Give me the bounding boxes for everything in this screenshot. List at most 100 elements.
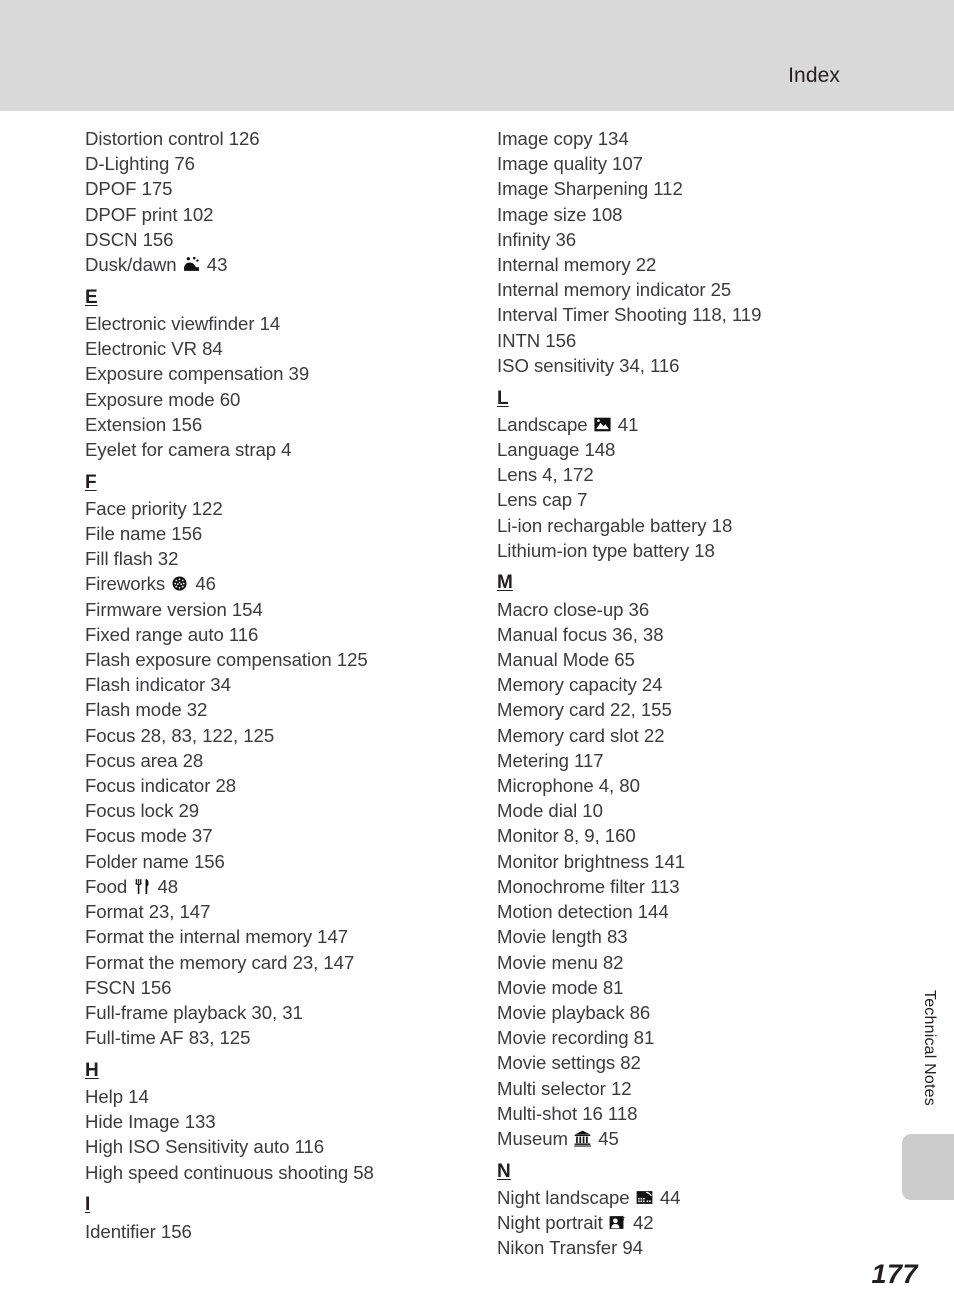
index-entry: DPOF 175 <box>85 178 173 200</box>
index-entry: Movie settings 82 <box>497 1052 641 1074</box>
index-entry-label: Dusk/dawn <box>85 254 177 276</box>
index-entry: Multi-shot 16 118 <box>497 1102 638 1124</box>
museum-icon <box>574 1130 591 1147</box>
index-entry: Help 14 <box>85 1086 149 1108</box>
index-entry: Night portrait 42 <box>497 1210 887 1235</box>
index-entry: Exposure mode 60 <box>85 388 241 410</box>
index-entry: Interval Timer Shooting 118, 119 <box>497 304 762 326</box>
index-entry: Infinity 36 <box>497 228 577 250</box>
index-entry: Fill flash 32 <box>85 548 179 570</box>
fireworks-icon <box>171 575 188 592</box>
index-entry: Fireworks 46 <box>85 571 475 596</box>
index-section-letter: F <box>85 471 97 493</box>
index-entry: Format the internal memory 147 <box>85 926 349 948</box>
index-entry-label: Night portrait <box>497 1212 603 1234</box>
index-entry: Eyelet for camera strap 4 <box>85 438 292 460</box>
index-entry: Format the memory card 23, 147 <box>85 951 355 973</box>
index-section-letter: H <box>85 1059 99 1081</box>
index-entry: Flash mode 32 <box>85 699 208 721</box>
page-title: Index <box>788 64 840 87</box>
index-entry: Focus lock 29 <box>85 800 200 822</box>
index-section-letter: N <box>497 1160 511 1182</box>
index-entry: Lens 4, 172 <box>497 464 594 486</box>
index-entry: Distortion control 126 <box>85 128 260 149</box>
index-entry: Firmware version 154 <box>85 598 263 620</box>
index-entry-label: Food <box>85 875 128 897</box>
index-entry: Face priority 122 <box>85 497 223 519</box>
index-entry: Movie playback 86 <box>497 1001 651 1023</box>
index-entry: Extension 156 <box>85 413 203 435</box>
index-entry: Fixed range auto 116 <box>85 623 259 645</box>
index-entry-pages: 48 <box>157 875 179 897</box>
index-entry-label: Fireworks <box>85 573 166 595</box>
index-entry: Night landscape 44 <box>497 1185 887 1210</box>
index-entry-pages: 46 <box>195 573 216 595</box>
index-entry: Folder name 156 <box>85 850 225 872</box>
chapter-tab-label: Technical Notes <box>921 990 938 1106</box>
index-entry: DPOF print 102 <box>85 203 214 225</box>
index-entry: Electronic viewfinder 14 <box>85 312 281 334</box>
index-entry: Flash exposure compensation 125 <box>85 649 368 671</box>
index-entry: Memory card slot 22 <box>497 724 665 746</box>
index-column-right: Image copy 134 Image quality 107 Image Sha… <box>497 126 887 1260</box>
index-entry-pages: 45 <box>598 1127 619 1149</box>
index-entry: ISO sensitivity 34, 116 <box>497 354 680 376</box>
index-entry: Flash indicator 34 <box>85 674 231 696</box>
index-entry: D-Lighting 76 <box>85 153 195 175</box>
index-entry: Full-time AF 83, 125 <box>85 1027 251 1049</box>
index-entry-pages: 44 <box>659 1186 681 1208</box>
index-entry-label: Museum <box>497 1127 568 1149</box>
index-entry: Full-frame playback 30, 31 <box>85 1001 303 1023</box>
index-entry-pages: 43 <box>206 254 228 276</box>
index-entry: Monitor 8, 9, 160 <box>497 825 636 847</box>
index-entry: Hide Image 133 <box>85 1111 216 1133</box>
index-entry: Dusk/dawn 43 <box>85 252 475 277</box>
index-entry: Museum 45 <box>497 1126 887 1151</box>
index-entry: Focus area 28 <box>85 749 204 771</box>
food-icon <box>133 878 150 895</box>
index-entry: FSCN 156 <box>85 976 172 998</box>
index-entry: Movie mode 81 <box>497 976 624 998</box>
index-entry: Macro close-up 36 <box>497 598 650 620</box>
index-entry: Memory capacity 24 <box>497 674 663 696</box>
index-entry: High ISO Sensitivity auto 116 <box>85 1136 325 1158</box>
index-entry: File name 156 <box>85 523 203 545</box>
index-entry: Metering 117 <box>497 749 604 771</box>
index-entry: Focus indicator 28 <box>85 775 237 797</box>
index-entry: Image quality 107 <box>497 153 643 175</box>
index-section-letter: L <box>497 387 509 409</box>
index-entry: Electronic VR 84 <box>85 338 223 360</box>
index-column-left: Distortion control 126 D-Lighting 76 DPOF … <box>85 126 475 1244</box>
index-entry: Movie recording 81 <box>497 1027 655 1049</box>
night-landscape-icon <box>636 1189 653 1206</box>
index-entry: Movie menu 82 <box>497 951 624 973</box>
index-section-letter: E <box>85 286 98 308</box>
index-entry: INTN 156 <box>497 329 577 351</box>
index-entry: Lens cap 7 <box>497 489 588 511</box>
index-entry: Manual focus 36, 38 <box>497 623 664 645</box>
index-entry: DSCN 156 <box>85 228 174 250</box>
index-entry: Internal memory 22 <box>497 254 657 276</box>
index-entry: Image size 108 <box>497 203 623 225</box>
page-number: 177 <box>871 1259 918 1289</box>
index-entry: Multi selector 12 <box>497 1077 632 1099</box>
index-entry: Microphone 4, 80 <box>497 775 640 797</box>
index-entry: Exposure compensation 39 <box>85 363 310 385</box>
index-entry: Lithium-ion type battery 18 <box>497 539 715 561</box>
index-entry: Focus 28, 83, 122, 125 <box>85 724 275 746</box>
index-entry: High speed continuous shooting 58 <box>85 1161 374 1183</box>
chapter-tab-block <box>902 1134 954 1200</box>
index-entry: Food 48 <box>85 874 475 899</box>
index-entry: Focus mode 37 <box>85 825 213 847</box>
index-entry: Manual Mode 65 <box>497 649 635 671</box>
index-entry: Monochrome filter 113 <box>497 875 680 897</box>
index-entry-label: Night landscape <box>497 1186 630 1208</box>
index-entry: Internal memory indicator 25 <box>497 279 732 301</box>
index-entry: Format 23, 147 <box>85 901 211 923</box>
dusk-dawn-icon <box>183 256 200 273</box>
index-entry: Memory card 22, 155 <box>497 699 672 721</box>
index-section-letter: I <box>85 1194 91 1216</box>
index-entry: Mode dial 10 <box>497 800 603 822</box>
index-entry-pages: 42 <box>633 1212 654 1234</box>
index-entry-pages: 41 <box>617 413 639 435</box>
